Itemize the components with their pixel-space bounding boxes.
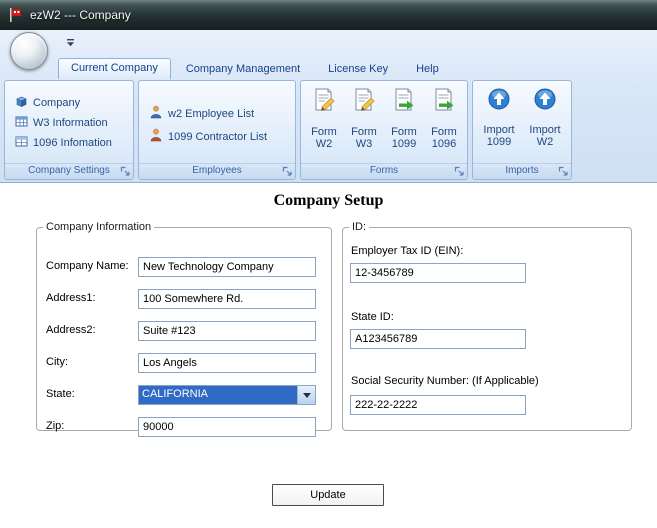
employees-dialog-launcher-icon[interactable] xyxy=(282,166,293,177)
ribbon: Current Company Company Management Licen… xyxy=(0,30,657,183)
ribbon-groups: Company W3 Information 1096 Infomation C… xyxy=(0,79,657,182)
form-w2-label-bottom: W2 xyxy=(315,138,333,150)
ein-label: Employer Tax ID (EIN): xyxy=(351,245,464,257)
zip-label: Zip: xyxy=(46,420,65,432)
form-w3-label-top: Form xyxy=(351,126,377,138)
tab-help[interactable]: Help xyxy=(403,59,452,79)
employee-person-icon xyxy=(149,105,163,122)
id-groupbox: ID: Employer Tax ID (EIN): State ID: Soc… xyxy=(342,221,632,431)
application-menu-button[interactable] xyxy=(10,32,48,70)
ribbon-group-imports: Import 1099 Import W2 Imports xyxy=(472,80,572,180)
w2-employee-list-button[interactable]: w2 Employee List xyxy=(149,105,295,122)
form-1096-label-bottom: 1096 xyxy=(431,138,457,150)
address1-label: Address1: xyxy=(46,292,96,304)
group-label-imports: Imports xyxy=(473,163,571,179)
address1-input[interactable] xyxy=(138,289,316,309)
form-1099-button[interactable]: Form 1099 xyxy=(385,85,423,150)
state-select-dropdown-icon[interactable] xyxy=(297,386,315,404)
import-1099-button[interactable]: Import 1099 xyxy=(477,85,521,148)
company-information-groupbox: Company Information Company Name: Addres… xyxy=(36,221,332,437)
tab-company-management[interactable]: Company Management xyxy=(173,59,313,79)
group-label-company-settings: Company Settings xyxy=(5,163,133,179)
ten96-table-icon xyxy=(15,135,28,151)
company-nav-button[interactable]: Company xyxy=(15,95,133,111)
forms-dialog-launcher-icon[interactable] xyxy=(454,166,465,177)
form-1096-button[interactable]: Form 1096 xyxy=(425,85,463,150)
ssn-label: Social Security Number: (If Applicable) xyxy=(351,375,539,387)
state-select[interactable]: CALIFORNIA xyxy=(138,385,316,405)
state-label: State: xyxy=(46,388,75,400)
app-window: ezW2 --- Company Current Company Company… xyxy=(0,0,657,528)
state-id-label: State ID: xyxy=(351,311,394,323)
ssn-input[interactable] xyxy=(350,395,526,415)
company-settings-dialog-launcher-icon[interactable] xyxy=(120,166,131,177)
tab-license-key[interactable]: License Key xyxy=(315,59,401,79)
import-w2-label-bottom: W2 xyxy=(536,136,554,148)
import-1099-label-top: Import xyxy=(483,124,515,136)
tab-current-company[interactable]: Current Company xyxy=(58,58,171,79)
import-w2-upload-icon xyxy=(533,87,557,114)
contractor-person-icon xyxy=(149,128,163,145)
titlebar: ezW2 --- Company xyxy=(0,0,657,30)
ribbon-group-employees: w2 Employee List 1099 Contractor List Em… xyxy=(138,80,296,180)
company-setup-panel: Company Setup Company Information Compan… xyxy=(0,183,657,528)
ein-input[interactable] xyxy=(350,263,526,283)
company-name-label: Company Name: xyxy=(46,260,129,272)
ribbon-group-forms: Form W2 Form W3 Form 1099 Form 1096 Form… xyxy=(300,80,468,180)
import-1099-label-bottom: 1099 xyxy=(486,136,512,148)
import-1099-upload-icon xyxy=(487,87,511,114)
contractor-list-button[interactable]: 1099 Contractor List xyxy=(149,128,295,145)
ribbon-group-company-settings: Company W3 Information 1096 Infomation C… xyxy=(4,80,134,180)
state-select-value: CALIFORNIA xyxy=(139,386,297,404)
form-w2-edit-icon xyxy=(311,87,337,116)
company-name-input[interactable] xyxy=(138,257,316,277)
id-legend: ID: xyxy=(352,221,367,233)
ten96-information-nav-label: 1096 Infomation xyxy=(33,137,112,149)
form-1099-label-top: Form xyxy=(391,126,417,138)
form-w2-label-top: Form xyxy=(311,126,337,138)
zip-input[interactable] xyxy=(138,417,316,437)
form-1099-label-bottom: 1099 xyxy=(391,138,417,150)
imports-dialog-launcher-icon[interactable] xyxy=(558,166,569,177)
form-1096-export-icon xyxy=(431,87,457,116)
quick-access-dropdown-icon[interactable] xyxy=(62,36,78,50)
w3-information-nav-button[interactable]: W3 Information xyxy=(15,115,133,131)
form-w3-edit-icon xyxy=(351,87,377,116)
window-title: ezW2 --- Company xyxy=(30,7,131,22)
form-w3-button[interactable]: Form W3 xyxy=(345,85,383,150)
ribbon-tab-row: Current Company Company Management Licen… xyxy=(0,54,657,79)
page-title: Company Setup xyxy=(273,192,384,209)
company-information-legend: Company Information xyxy=(46,221,152,233)
group-label-forms: Forms xyxy=(301,163,467,179)
group-label-employees: Employees xyxy=(139,163,295,179)
import-w2-button[interactable]: Import W2 xyxy=(523,85,567,148)
update-button[interactable]: Update xyxy=(272,484,384,506)
company-nav-label: Company xyxy=(33,97,81,109)
w3-table-icon xyxy=(15,115,28,131)
ten96-information-nav-button[interactable]: 1096 Infomation xyxy=(15,135,133,151)
app-logo-icon xyxy=(8,7,24,23)
form-1099-export-icon xyxy=(391,87,417,116)
quick-access-toolbar xyxy=(0,30,657,54)
city-label: City: xyxy=(46,356,68,368)
state-id-input[interactable] xyxy=(350,329,526,349)
address2-input[interactable] xyxy=(138,321,316,341)
w3-information-nav-label: W3 Information xyxy=(33,117,108,129)
w2-employee-list-label: w2 Employee List xyxy=(168,107,255,120)
contractor-list-label: 1099 Contractor List xyxy=(168,130,268,143)
form-1096-label-top: Form xyxy=(431,126,457,138)
form-w2-button[interactable]: Form W2 xyxy=(305,85,343,150)
address2-label: Address2: xyxy=(46,324,96,336)
company-icon xyxy=(15,95,28,111)
city-input[interactable] xyxy=(138,353,316,373)
form-w3-label-bottom: W3 xyxy=(355,138,373,150)
import-w2-label-top: Import xyxy=(529,124,561,136)
